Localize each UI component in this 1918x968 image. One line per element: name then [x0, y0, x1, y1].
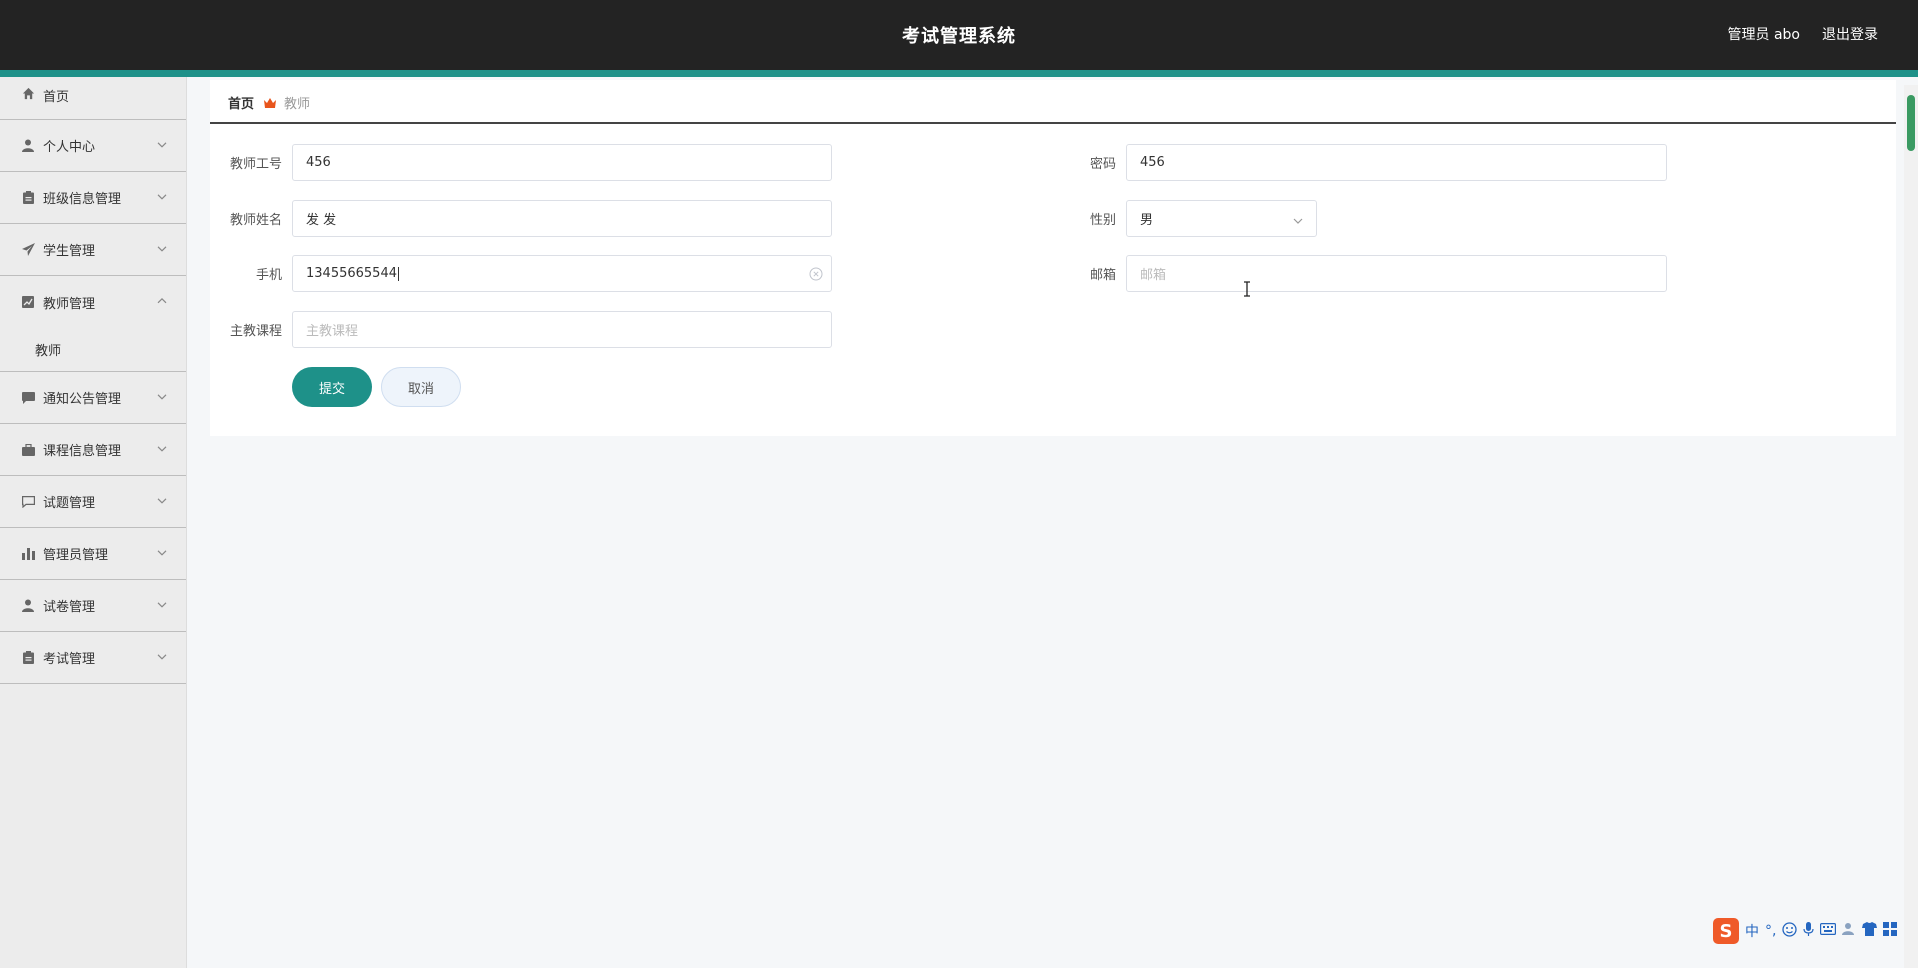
user-settings-icon[interactable] — [1842, 922, 1856, 940]
sidebar-item-students[interactable]: 学生管理 — [0, 224, 186, 276]
main-course-label: 主教课程 — [229, 324, 282, 339]
sidebar-item-label: 课程信息管理 — [43, 444, 122, 459]
chart-card-icon — [21, 295, 35, 309]
gender-label: 性别 — [1089, 213, 1116, 228]
sidebar-item-questions[interactable]: 试题管理 — [0, 476, 186, 528]
chevron-down-icon — [156, 546, 168, 558]
ime-toolbar: S 中 °, — [1713, 918, 1918, 944]
sidebar: 首页 个人中心 班级信息管理 学生管理 教师管理 教师 通知公告管理 课程信息管… — [0, 77, 187, 968]
sidebar-subitem-teacher[interactable]: 教师 — [0, 328, 186, 372]
sidebar-item-label: 管理员管理 — [43, 548, 109, 563]
sidebar-item-exams[interactable]: 考试管理 — [0, 632, 186, 684]
breadcrumb-current: 教师 — [284, 97, 311, 112]
main-course-input[interactable]: 主教课程 — [292, 311, 832, 348]
paper-plane-icon — [21, 243, 35, 257]
chevron-down-icon — [156, 650, 168, 662]
teacher-id-label: 教师工号 — [229, 157, 282, 172]
sidebar-item-profile[interactable]: 个人中心 — [0, 120, 186, 172]
grid-menu-icon[interactable] — [1883, 922, 1898, 940]
password-input[interactable]: 456 — [1126, 144, 1667, 181]
password-label: 密码 — [1089, 157, 1116, 172]
sidebar-item-label: 考试管理 — [43, 652, 96, 667]
breadcrumb-home[interactable]: 首页 — [228, 93, 254, 112]
sogou-logo-icon[interactable]: S — [1713, 918, 1739, 944]
header-accent-bar — [0, 70, 1918, 77]
teacher-name-value: 发 发 — [306, 213, 337, 228]
chevron-down-icon — [156, 442, 168, 454]
top-header: 考试管理系统 管理员 abo 退出登录 — [0, 0, 1918, 70]
main-course-placeholder: 主教课程 — [306, 324, 359, 339]
app-title: 考试管理系统 — [902, 26, 1016, 47]
sidebar-item-teachers[interactable]: 教师管理 — [0, 276, 186, 328]
logout-link[interactable]: 退出登录 — [1822, 24, 1878, 44]
text-cursor-icon — [1242, 281, 1252, 297]
chevron-down-icon — [156, 242, 168, 254]
cancel-button[interactable]: 取消 — [381, 367, 461, 407]
emoji-icon[interactable] — [1782, 921, 1798, 941]
ime-mode[interactable]: 中 — [1745, 921, 1759, 941]
page-scrollbar[interactable] — [1904, 85, 1918, 968]
sidebar-item-label: 个人中心 — [43, 140, 96, 155]
microphone-icon[interactable] — [1803, 921, 1815, 941]
message-icon — [21, 391, 35, 405]
clear-icon[interactable] — [809, 267, 823, 281]
sidebar-item-admins[interactable]: 管理员管理 — [0, 528, 186, 580]
sidebar-item-papers[interactable]: 试卷管理 — [0, 580, 186, 632]
sidebar-item-label: 教师管理 — [43, 296, 96, 312]
chevron-down-icon — [156, 494, 168, 506]
phone-value: 13455665544 — [306, 266, 397, 281]
sidebar-item-home[interactable]: 首页 — [0, 77, 186, 120]
current-user[interactable]: 管理员 abo — [1728, 24, 1800, 44]
briefcase-icon — [21, 443, 35, 457]
gender-select[interactable]: 男 — [1126, 200, 1317, 237]
breadcrumb: 首页 教师 — [228, 93, 310, 112]
gender-value: 男 — [1140, 213, 1154, 228]
sidebar-item-label: 试卷管理 — [43, 600, 96, 615]
email-input[interactable]: 邮箱 — [1126, 255, 1667, 292]
chevron-down-icon — [156, 390, 168, 402]
chevron-down-icon — [1293, 213, 1305, 225]
password-value: 456 — [1140, 155, 1165, 170]
chevron-down-icon — [156, 190, 168, 202]
sidebar-subitem-label: 教师 — [35, 344, 62, 359]
chevron-down-icon — [156, 138, 168, 150]
email-label: 邮箱 — [1089, 268, 1116, 283]
sidebar-item-label: 班级信息管理 — [43, 192, 122, 207]
user-icon — [21, 599, 35, 613]
teacher-id-input[interactable]: 456 — [292, 144, 832, 181]
breadcrumb-divider — [210, 122, 1896, 124]
scrollbar-thumb[interactable] — [1907, 95, 1915, 151]
email-placeholder: 邮箱 — [1140, 268, 1167, 283]
submit-button[interactable]: 提交 — [292, 367, 372, 407]
clipboard-icon — [21, 191, 35, 205]
sidebar-item-courses[interactable]: 课程信息管理 — [0, 424, 186, 476]
sidebar-item-class-info[interactable]: 班级信息管理 — [0, 172, 186, 224]
chevron-down-icon — [156, 598, 168, 610]
sidebar-item-notices[interactable]: 通知公告管理 — [0, 372, 186, 424]
user-icon — [21, 139, 35, 153]
clipboard-icon — [21, 651, 35, 665]
teacher-form-card: 首页 教师 教师工号 456 密码 456 教师姓名 发 发 性别 男 手机 1… — [210, 80, 1896, 436]
keyboard-icon[interactable] — [1820, 923, 1837, 939]
bar-chart-icon — [21, 547, 35, 561]
teacher-name-input[interactable]: 发 发 — [292, 200, 832, 237]
chevron-up-icon — [156, 295, 168, 307]
teacher-name-label: 教师姓名 — [229, 213, 282, 228]
comment-icon — [21, 495, 35, 509]
header-user-area: 管理员 abo 退出登录 — [1728, 24, 1878, 44]
sidebar-item-label: 通知公告管理 — [43, 392, 122, 407]
sidebar-item-label: 首页 — [43, 90, 70, 105]
phone-input[interactable]: 13455665544 — [292, 255, 832, 292]
skin-shirt-icon[interactable] — [1862, 922, 1878, 940]
phone-label: 手机 — [255, 268, 282, 283]
teacher-id-value: 456 — [306, 155, 331, 170]
text-caret — [397, 266, 399, 281]
crown-icon — [264, 97, 277, 108]
sidebar-item-label: 学生管理 — [43, 244, 96, 259]
home-icon — [21, 86, 35, 100]
ime-punctuation[interactable]: °, — [1765, 923, 1776, 939]
sidebar-item-label: 试题管理 — [43, 496, 96, 511]
